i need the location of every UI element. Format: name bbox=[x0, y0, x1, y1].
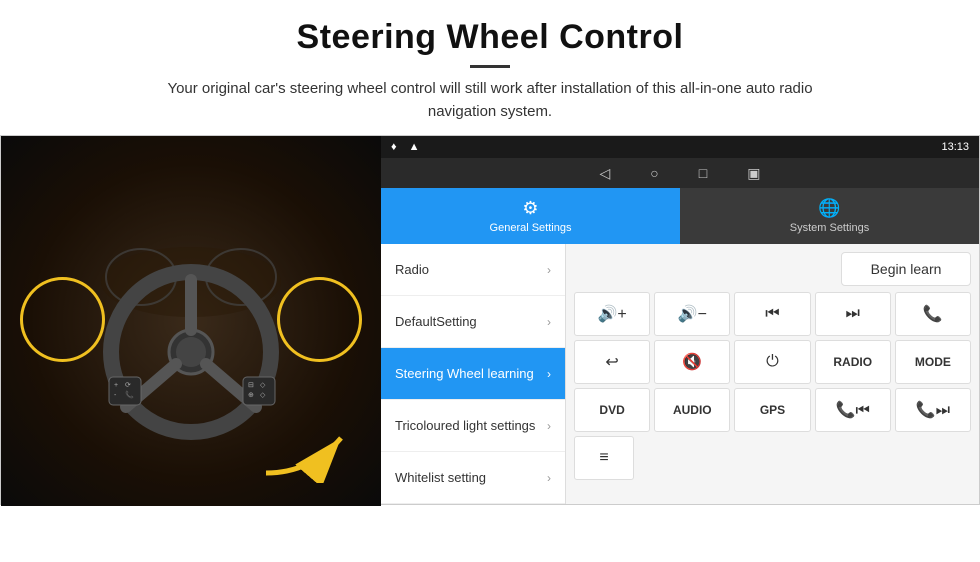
svg-text:⊕: ⊕ bbox=[248, 392, 254, 399]
next-track-icon: ⏭ bbox=[845, 305, 859, 323]
audio-btn-label: AUDIO bbox=[673, 403, 712, 417]
next-track-btn[interactable]: ⏭ bbox=[815, 292, 891, 336]
gps-btn[interactable]: GPS bbox=[734, 388, 810, 432]
menu-item-whitelist-label: Whitelist setting bbox=[395, 470, 486, 485]
power-btn[interactable]: ⏻ bbox=[734, 340, 810, 384]
signal-icon: ▲ bbox=[409, 141, 420, 153]
arrow-container bbox=[261, 423, 351, 488]
media-control-row2: ↩ 🔇 ⏻ RADIO MODE bbox=[574, 340, 971, 384]
mute-btn[interactable]: 🔇 bbox=[654, 340, 730, 384]
main-content: + - ⟳ 📞 ⊟ ⊕ ◇ ◇ bbox=[0, 135, 980, 505]
tab-system-label: System Settings bbox=[790, 222, 869, 234]
radio-btn[interactable]: RADIO bbox=[815, 340, 891, 384]
steering-wheel-svg: + - ⟳ 📞 ⊟ ⊕ ◇ ◇ bbox=[81, 222, 301, 442]
hangup-icon: ↩ bbox=[605, 352, 618, 372]
android-ui: ♦ ▲ 13:13 ◁ ○ □ ▣ ⚙ General Settings bbox=[381, 136, 979, 504]
header-section: Steering Wheel Control Your original car… bbox=[0, 0, 980, 135]
mute-icon: 🔇 bbox=[682, 352, 702, 372]
menu-item-steering-chevron: › bbox=[547, 367, 551, 381]
nav-bar: ◁ ○ □ ▣ bbox=[381, 158, 979, 188]
dvd-btn[interactable]: DVD bbox=[574, 388, 650, 432]
prev-track-icon: ⏮ bbox=[765, 305, 779, 323]
settings-tabs: ⚙ General Settings 🌐 System Settings bbox=[381, 188, 979, 244]
tab-system[interactable]: 🌐 System Settings bbox=[680, 188, 979, 244]
general-settings-icon: ⚙ bbox=[522, 198, 538, 219]
tab-general-label: General Settings bbox=[490, 222, 572, 234]
svg-text:⊟: ⊟ bbox=[248, 382, 254, 389]
menu-list-icon: ≡ bbox=[599, 449, 608, 467]
svg-text:⟳: ⟳ bbox=[125, 382, 131, 389]
menu-item-default-label: DefaultSetting bbox=[395, 314, 477, 329]
svg-text:◇: ◇ bbox=[260, 392, 266, 399]
recent-nav-icon[interactable]: □ bbox=[699, 165, 707, 181]
call-prev-btn[interactable]: 📞⏮ bbox=[815, 388, 891, 432]
status-bar-right: 13:13 bbox=[941, 141, 969, 153]
car-image-section: + - ⟳ 📞 ⊟ ⊕ ◇ ◇ bbox=[1, 136, 381, 506]
header-subtitle: Your original car's steering wheel contr… bbox=[140, 78, 840, 123]
status-bar: ♦ ▲ 13:13 bbox=[381, 136, 979, 158]
mode-btn-label: MODE bbox=[915, 355, 951, 369]
menu-item-steering-label: Steering Wheel learning bbox=[395, 366, 534, 381]
prev-track-btn[interactable]: ⏮ bbox=[734, 292, 810, 336]
dvd-btn-label: DVD bbox=[599, 403, 624, 417]
begin-learn-row: Begin learn bbox=[574, 252, 971, 286]
call-next-btn[interactable]: 📞⏭ bbox=[895, 388, 971, 432]
home-nav-icon[interactable]: ○ bbox=[650, 165, 658, 181]
system-settings-icon: 🌐 bbox=[818, 198, 840, 219]
call-next-icon: 📞⏭ bbox=[916, 400, 950, 420]
radio-btn-label: RADIO bbox=[833, 355, 872, 369]
settings-menu: Radio › DefaultSetting › Steering Wheel … bbox=[381, 244, 566, 504]
power-icon: ⏻ bbox=[766, 353, 779, 371]
menu-item-whitelist-chevron: › bbox=[547, 471, 551, 485]
media-control-row1: 🔊+ 🔊− ⏮ ⏭ 📞 bbox=[574, 292, 971, 336]
settings-content: Radio › DefaultSetting › Steering Wheel … bbox=[381, 244, 979, 504]
clock: 13:13 bbox=[941, 141, 969, 153]
status-bar-left: ♦ ▲ bbox=[391, 141, 420, 153]
menu-item-radio[interactable]: Radio › bbox=[381, 244, 565, 296]
menu-item-radio-label: Radio bbox=[395, 262, 429, 277]
menu-item-tricoloured-chevron: › bbox=[547, 419, 551, 433]
gps-btn-label: GPS bbox=[760, 403, 785, 417]
svg-text:◇: ◇ bbox=[260, 382, 266, 389]
page-title: Steering Wheel Control bbox=[40, 18, 940, 57]
car-background: + - ⟳ 📞 ⊟ ⊕ ◇ ◇ bbox=[1, 136, 381, 506]
vol-down-icon: 🔊− bbox=[678, 304, 707, 324]
screenshot-nav-icon[interactable]: ▣ bbox=[747, 165, 760, 182]
extra-row: ≡ bbox=[574, 436, 971, 480]
svg-text:+: + bbox=[114, 382, 118, 389]
media-control-row3: DVD AUDIO GPS 📞⏮ 📞⏭ bbox=[574, 388, 971, 432]
menu-item-default[interactable]: DefaultSetting › bbox=[381, 296, 565, 348]
begin-learn-button[interactable]: Begin learn bbox=[841, 252, 971, 286]
audio-btn[interactable]: AUDIO bbox=[654, 388, 730, 432]
menu-item-steering[interactable]: Steering Wheel learning › bbox=[381, 348, 565, 400]
menu-item-tricoloured[interactable]: Tricoloured light settings › bbox=[381, 400, 565, 452]
menu-item-whitelist[interactable]: Whitelist setting › bbox=[381, 452, 565, 504]
menu-item-tricoloured-label: Tricoloured light settings bbox=[395, 418, 535, 433]
circle-highlight-left bbox=[20, 277, 105, 362]
vol-up-btn[interactable]: 🔊+ bbox=[574, 292, 650, 336]
circle-highlight-right bbox=[277, 277, 362, 362]
call-prev-icon: 📞⏮ bbox=[836, 400, 870, 420]
location-icon: ♦ bbox=[391, 141, 397, 153]
arrow-svg bbox=[261, 423, 351, 483]
vol-down-btn[interactable]: 🔊− bbox=[654, 292, 730, 336]
control-panel: Begin learn 🔊+ 🔊− ⏮ bbox=[566, 244, 979, 504]
hangup-btn[interactable]: ↩ bbox=[574, 340, 650, 384]
call-icon: 📞 bbox=[923, 304, 943, 324]
svg-text:📞: 📞 bbox=[125, 390, 134, 399]
menu-item-radio-chevron: › bbox=[547, 263, 551, 277]
tab-general[interactable]: ⚙ General Settings bbox=[381, 188, 680, 244]
vol-up-icon: 🔊+ bbox=[597, 304, 626, 324]
menu-item-default-chevron: › bbox=[547, 315, 551, 329]
menu-icon-btn[interactable]: ≡ bbox=[574, 436, 634, 480]
mode-btn[interactable]: MODE bbox=[895, 340, 971, 384]
header-divider bbox=[470, 65, 510, 68]
back-nav-icon[interactable]: ◁ bbox=[600, 165, 611, 182]
call-btn[interactable]: 📞 bbox=[895, 292, 971, 336]
page-container: Steering Wheel Control Your original car… bbox=[0, 0, 980, 505]
